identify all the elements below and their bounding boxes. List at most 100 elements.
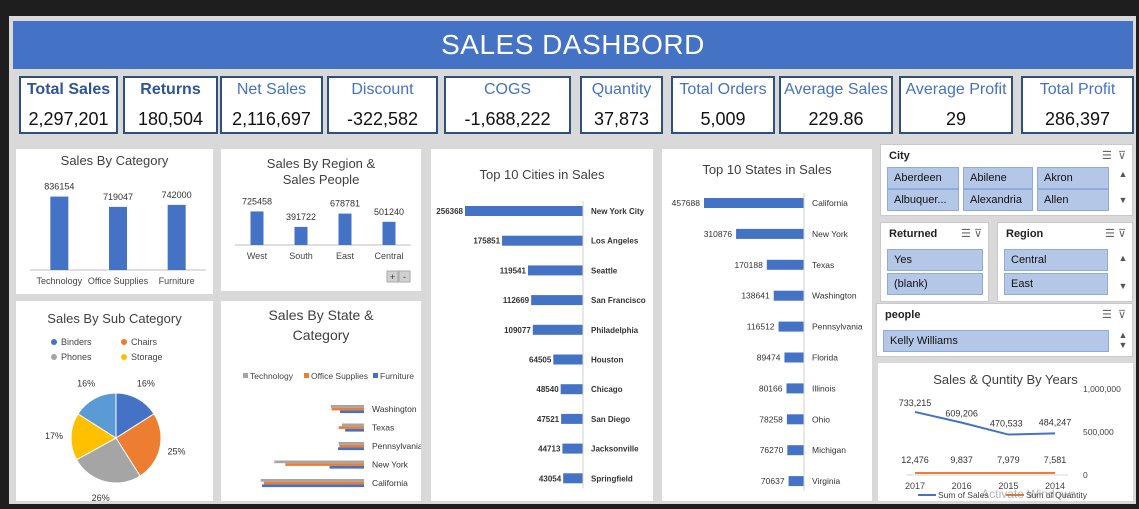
slicer-item[interactable]: Central bbox=[1004, 249, 1108, 271]
category-label: Chicago bbox=[591, 385, 623, 394]
city-slicer: City ☰ ⊽ Aberdeen Abilene Akron Albuquer… bbox=[880, 144, 1133, 216]
bar bbox=[167, 204, 186, 270]
multi-select-icon[interactable]: ☰ bbox=[961, 228, 971, 240]
kpi-value: 229.86 bbox=[808, 109, 864, 129]
kpi-value: 286,397 bbox=[1044, 109, 1111, 129]
kpi-label: Discount bbox=[351, 81, 414, 98]
scroll-up-icon[interactable]: ▲ bbox=[1117, 253, 1129, 263]
slice-label: 16% bbox=[137, 379, 155, 389]
sales-by-subcategory-card: Sales By Sub Category Binders Chairs Phone… bbox=[16, 301, 213, 503]
kpi-label: Total Profit bbox=[1039, 81, 1116, 98]
data-label: 89474 bbox=[757, 353, 781, 363]
slicer-item[interactable]: Kelly Williams bbox=[883, 330, 1109, 352]
chart-title: Top 10 States in Sales bbox=[702, 162, 832, 177]
bar bbox=[562, 443, 583, 454]
clear-filter-icon[interactable]: ⊽ bbox=[1118, 150, 1126, 162]
data-label: 48540 bbox=[536, 385, 559, 394]
category-label: Illinois bbox=[812, 383, 836, 393]
multi-select-icon[interactable]: ☰ bbox=[1102, 309, 1112, 321]
sales-line bbox=[914, 410, 1056, 436]
multi-select-icon[interactable]: ☰ bbox=[1105, 228, 1115, 240]
category-label: Pennsylvania bbox=[372, 441, 421, 451]
slicer-item[interactable]: Yes bbox=[887, 249, 983, 271]
kpi-value: 180,504 bbox=[137, 109, 204, 129]
data-label: 391722 bbox=[286, 212, 316, 222]
data-label: 484,247 bbox=[1039, 417, 1072, 427]
top-cities-chart: 256368 New York City 175851 Los Angeles 1195… bbox=[436, 201, 646, 489]
scroll-down-icon[interactable]: ▼ bbox=[1117, 281, 1129, 291]
category-label: Los Angeles bbox=[591, 237, 639, 246]
scroll-down-icon[interactable]: ▼ bbox=[1117, 340, 1129, 350]
data-label: 7,581 bbox=[1044, 455, 1067, 465]
category-label: New York bbox=[812, 229, 849, 239]
clear-filter-icon[interactable]: ⊽ bbox=[974, 228, 982, 240]
kpi-card: Total Sales 2,297,201 bbox=[19, 76, 118, 134]
scroll-up-icon[interactable]: ▲ bbox=[1117, 330, 1129, 340]
slicer-header: City bbox=[889, 150, 910, 162]
data-label: 76270 bbox=[760, 445, 784, 455]
bar bbox=[341, 423, 364, 427]
tick-label: Technology bbox=[37, 276, 83, 286]
clear-filter-icon[interactable]: ⊽ bbox=[1118, 228, 1126, 240]
category-label: Pennsylvania bbox=[812, 322, 863, 332]
bar bbox=[274, 460, 364, 464]
kpi-label: COGS bbox=[483, 81, 532, 98]
slicer-item[interactable]: (blank) bbox=[887, 273, 983, 295]
tick-label: 2017 bbox=[905, 481, 925, 491]
bar bbox=[502, 235, 583, 246]
slice-label: 16% bbox=[77, 379, 95, 389]
slicer-item[interactable]: Abilene bbox=[963, 167, 1033, 189]
category-label: Houston bbox=[591, 356, 624, 365]
slicer-item[interactable]: Allen bbox=[1037, 189, 1109, 211]
kpi-card: Discount -322,582 bbox=[327, 76, 438, 134]
kpi-card: Total Orders 5,009 bbox=[671, 76, 775, 134]
bar bbox=[109, 206, 127, 270]
slicer-item[interactable]: Albuquer... bbox=[887, 189, 959, 211]
scroll-down-icon[interactable]: ▼ bbox=[1117, 195, 1129, 205]
category-label: Texas bbox=[372, 423, 394, 433]
bar bbox=[784, 352, 804, 363]
slicer-item[interactable]: Alexandria bbox=[963, 189, 1033, 211]
dashboard-title: SALES DASHBORD bbox=[13, 21, 1133, 69]
kpi-card: Returns 180,504 bbox=[123, 76, 218, 134]
slicer-item[interactable]: Akron bbox=[1037, 167, 1109, 189]
bar bbox=[50, 196, 69, 270]
tick-label: Office Supplies bbox=[88, 276, 149, 286]
category-label: San Francisco bbox=[591, 296, 646, 305]
top-states-chart: 457688 California 310876 New York 170188 Texa… bbox=[672, 193, 863, 492]
legend-swatch bbox=[304, 373, 309, 378]
kpi-card: COGS -1,688,222 bbox=[444, 76, 571, 134]
bar bbox=[260, 479, 364, 482]
data-label: 609,206 bbox=[945, 409, 978, 419]
kpi-label: Average Sales bbox=[784, 81, 888, 98]
data-label: 9,837 bbox=[950, 455, 973, 465]
data-label: 43054 bbox=[539, 474, 562, 483]
returned-slicer: Returned ☰ ⊽ Yes (blank) bbox=[880, 222, 989, 302]
category-label: Jacksonville bbox=[591, 445, 639, 454]
kpi-value: -322,582 bbox=[346, 109, 419, 129]
category-label: Seattle bbox=[591, 266, 618, 275]
bar bbox=[773, 290, 804, 301]
category-label: Springfield bbox=[591, 474, 633, 483]
category-label: Michigan bbox=[812, 445, 846, 455]
clear-filter-icon[interactable]: ⊽ bbox=[1118, 309, 1126, 321]
data-label: 64505 bbox=[529, 356, 552, 365]
tick-label: Furniture bbox=[159, 276, 195, 286]
data-label: 170188 bbox=[734, 260, 763, 270]
data-label: 256368 bbox=[436, 207, 463, 216]
tick-label: Central bbox=[374, 251, 403, 261]
bar bbox=[465, 206, 583, 216]
slicer-item[interactable]: East bbox=[1004, 273, 1108, 295]
legend-swatch bbox=[243, 373, 248, 378]
slicer-item[interactable]: Aberdeen bbox=[887, 167, 959, 189]
scroll-up-icon[interactable]: ▲ bbox=[1117, 169, 1129, 179]
category-label: Washington bbox=[372, 404, 417, 414]
bar bbox=[736, 228, 804, 239]
data-label: 116512 bbox=[747, 322, 775, 332]
tick-label: East bbox=[336, 251, 355, 261]
bar bbox=[786, 383, 804, 394]
kpi-label: Returns bbox=[140, 81, 201, 98]
top-states-card: Top 10 States in Sales 457688 California 3… bbox=[662, 149, 872, 501]
multi-select-icon[interactable]: ☰ bbox=[1102, 150, 1112, 162]
data-label: 457688 bbox=[672, 198, 701, 208]
